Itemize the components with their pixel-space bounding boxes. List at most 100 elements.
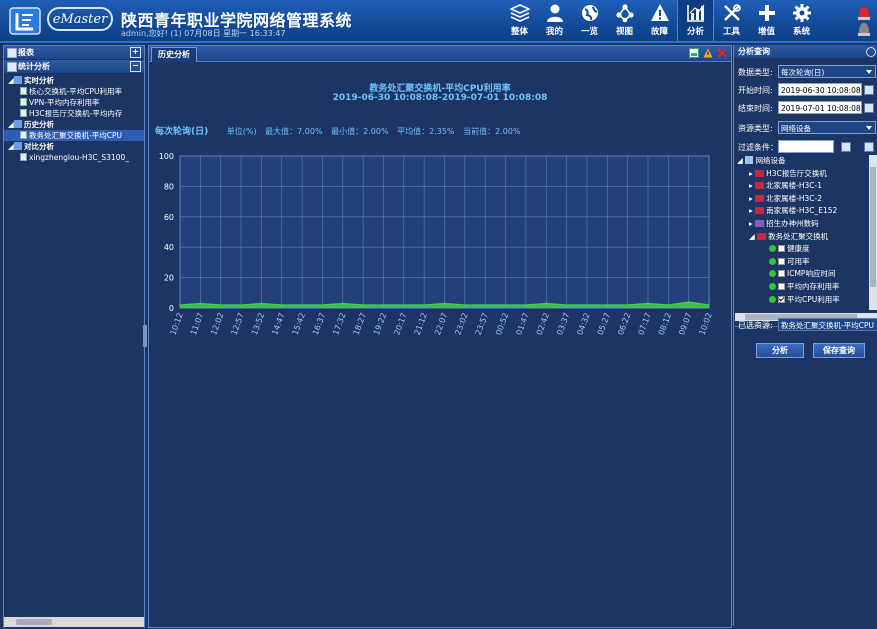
tab-history-analysis[interactable]: 历史分析 [151, 47, 197, 62]
analyze-button[interactable]: 分析 [756, 343, 804, 358]
panel-collapse-handle[interactable] [143, 325, 147, 347]
device-item[interactable]: ▸ 招生办神州数码 [735, 218, 867, 231]
x-tick-label: 06:22 [616, 312, 632, 337]
metric-checkbox[interactable] [778, 245, 785, 253]
device-item[interactable]: ▸ 南家属楼-H3C_E152 [735, 205, 867, 218]
data-point [626, 304, 629, 306]
status-dot-icon [769, 270, 776, 278]
doc-icon [20, 153, 27, 161]
plus-icon [758, 5, 775, 21]
data-type-select[interactable]: 每次轮询(日) [778, 65, 876, 78]
metric-checkbox[interactable] [778, 270, 785, 278]
calendar-icon[interactable] [864, 85, 874, 95]
stats-bar: 每次轮询(日) 单位(%) 最大值：7.00% 最小值：2.00% 平均值：2.… [155, 124, 527, 137]
stats-header[interactable]: 统计分析 − [4, 60, 144, 74]
metric-checkbox-checked[interactable] [778, 295, 785, 303]
filter-input[interactable] [778, 140, 834, 153]
tree-category-history[interactable]: ◢ 历史分析 [4, 119, 144, 130]
triangle-down-icon: ◢ [749, 231, 755, 241]
doc-icon [20, 109, 27, 117]
alarm-icon[interactable] [855, 3, 873, 37]
nav-value-added[interactable]: 增值 [749, 0, 784, 41]
data-point [260, 302, 263, 305]
status-dot-icon [769, 282, 776, 290]
data-point [179, 304, 181, 306]
device-item[interactable]: ▸ H3C报告厅交换机 [735, 168, 867, 181]
selected-resource-field[interactable]: 教务处汇聚交换机-平均CPU [778, 318, 877, 331]
stat-min: 最小值：2.00% [331, 127, 389, 136]
data-point [525, 304, 527, 306]
data-point [240, 304, 242, 306]
x-tick-label: 05:27 [596, 312, 612, 337]
data-point [484, 304, 486, 306]
status-dot-icon [769, 245, 776, 253]
chart-icon [14, 142, 22, 150]
nav-overview[interactable]: 一览 [572, 0, 607, 41]
tree-item-selected[interactable]: 教务处汇聚交换机-平均CPU [4, 130, 144, 141]
tree-item[interactable]: VPN-平均内存利用率 [4, 97, 144, 108]
calendar-icon[interactable] [864, 103, 874, 113]
device-icon [755, 169, 765, 177]
end-time-input[interactable]: 2019-07-01 10:08:08 [778, 101, 862, 114]
emaster-logo: eMaster [47, 7, 113, 31]
data-point [301, 304, 303, 306]
tree-category-compare[interactable]: ◢ 对比分析 [4, 141, 144, 152]
export-icon[interactable] [689, 48, 699, 58]
nav-fault[interactable]: 故障 [642, 0, 677, 41]
nav-view[interactable]: 视图 [607, 0, 642, 41]
metric-item[interactable]: 平均CPU利用率 [735, 294, 867, 307]
horizontal-scrollbar[interactable] [4, 617, 144, 627]
tree-item[interactable]: H3C报告厅交换机-平均内存 [4, 108, 144, 119]
tree-item[interactable]: 核心交换机-平均CPU利用率 [4, 86, 144, 97]
nav-tools[interactable]: 工具 [714, 0, 749, 41]
metric-checkbox[interactable] [778, 282, 785, 290]
stats-icon [7, 62, 17, 72]
data-point [606, 304, 609, 306]
device-item[interactable]: ▸ 北家属楼-H3C-2 [735, 193, 867, 206]
device-icon [755, 194, 765, 202]
vertical-scrollbar[interactable] [869, 155, 877, 310]
nav-overall[interactable]: 整体 [502, 0, 537, 41]
reports-header[interactable]: 报表 + [4, 46, 144, 60]
warning-icon[interactable] [703, 48, 713, 58]
metric-item[interactable]: 健康度 [735, 243, 867, 256]
filter-search-icon[interactable] [841, 142, 851, 152]
resource-type-select[interactable]: 网络设备 [778, 121, 876, 134]
triangle-right-icon: ▸ [749, 181, 753, 191]
data-point [382, 304, 385, 306]
nav-analysis[interactable]: 分析 [677, 0, 714, 41]
scroll-thumb[interactable] [870, 167, 876, 287]
metric-item[interactable]: ICMP响应时间 [735, 268, 867, 281]
nav-system[interactable]: 系统 [784, 0, 819, 41]
collapse-icon[interactable] [866, 47, 876, 57]
start-time-input[interactable]: 2019-06-30 10:08:08 [778, 83, 862, 96]
data-point [464, 304, 466, 306]
scroll-thumb[interactable] [16, 619, 52, 625]
nav-mine[interactable]: 我的 [537, 0, 572, 41]
filter-list-icon[interactable] [864, 142, 874, 152]
tree-root[interactable]: ◢ 网络设备 [735, 155, 867, 168]
save-query-button[interactable]: 保存查询 [813, 343, 865, 358]
metric-item[interactable]: 平均内存利用率 [735, 281, 867, 294]
close-icon[interactable] [717, 48, 727, 58]
tree-item[interactable]: xingzhenglou-H3C_S3100_ [4, 152, 144, 163]
expand-icon[interactable]: + [130, 47, 141, 58]
collapse-icon[interactable]: − [130, 61, 141, 72]
device-icon [757, 232, 767, 240]
metric-item[interactable]: 可用率 [735, 256, 867, 269]
device-item-expanded[interactable]: ◢ 教务处汇聚交换机 [735, 231, 867, 244]
metric-checkbox[interactable] [778, 257, 785, 265]
data-point [443, 302, 446, 305]
panel-tools [689, 48, 727, 58]
triangle-down-icon: ◢ [737, 156, 743, 165]
device-icon [755, 207, 765, 215]
data-point [199, 302, 202, 305]
tree-category-realtime[interactable]: ◢ 实时分析 [4, 75, 144, 86]
y-tick-label: 60 [164, 213, 174, 222]
warning-icon [650, 4, 669, 21]
x-tick-label: 22:07 [433, 312, 449, 337]
device-item[interactable]: ▸ 北家属楼-H3C-1 [735, 180, 867, 193]
data-point [280, 304, 283, 306]
doc-icon [20, 131, 27, 139]
data-point [341, 302, 344, 305]
